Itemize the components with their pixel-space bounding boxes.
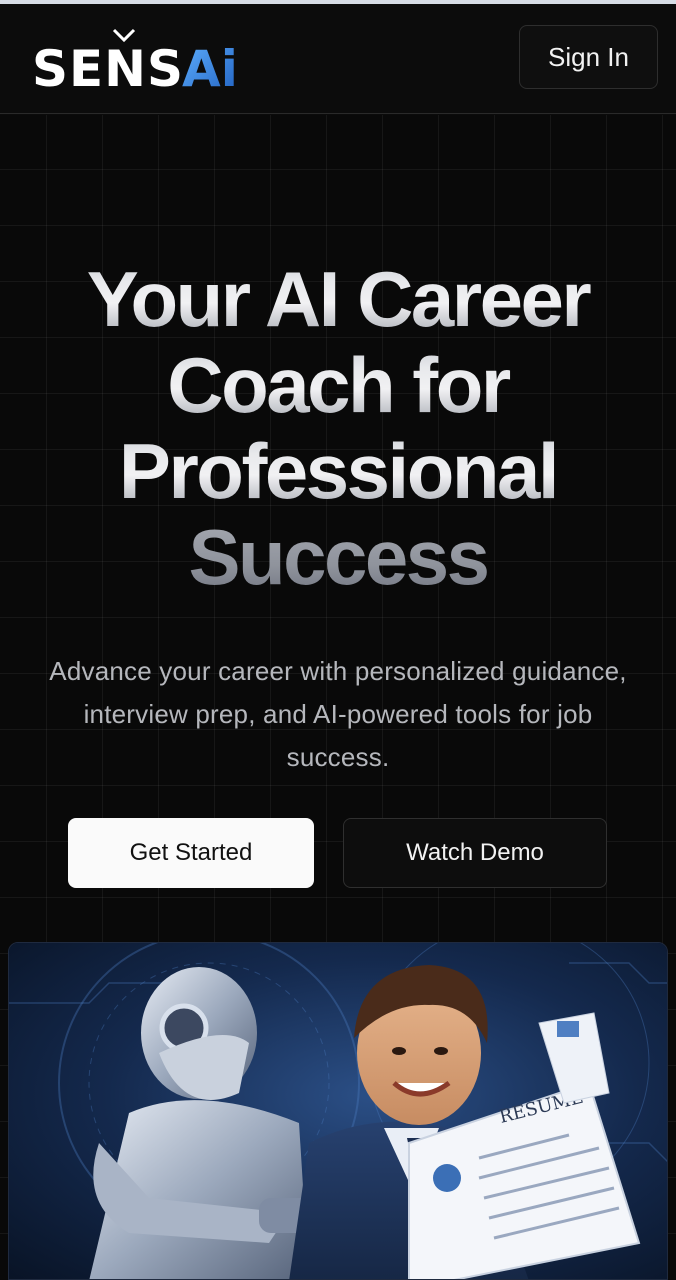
sensai-logo[interactable]: SENS Ai: [32, 26, 262, 96]
subtitle-line-3: success.: [286, 742, 390, 772]
headline-line-2: Coach for: [0, 342, 676, 428]
subtitle-line-2: interview prep, and AI-powered tools for…: [83, 699, 593, 729]
subtitle-line-1: Advance your career with personalized gu…: [49, 656, 627, 686]
headline-line-4: Success: [0, 514, 676, 600]
hero-illustration: RESUME: [8, 942, 668, 1280]
robot-and-person-illustration: RESUME: [9, 943, 667, 1279]
hero-subtitle: Advance your career with personalized gu…: [0, 650, 676, 779]
svg-text:SENS: SENS: [32, 40, 184, 96]
headline-line-3: Professional: [0, 428, 676, 514]
hero-headline: Your AI Career Coach for Professional Su…: [0, 256, 676, 600]
site-header: SENS Ai Sign In: [0, 4, 676, 114]
headline-line-1: Your AI Career: [0, 256, 676, 342]
watch-demo-button[interactable]: Watch Demo: [343, 818, 607, 888]
get-started-button[interactable]: Get Started: [68, 818, 314, 888]
svg-text:Ai: Ai: [182, 40, 238, 96]
sign-in-button[interactable]: Sign In: [519, 25, 658, 89]
